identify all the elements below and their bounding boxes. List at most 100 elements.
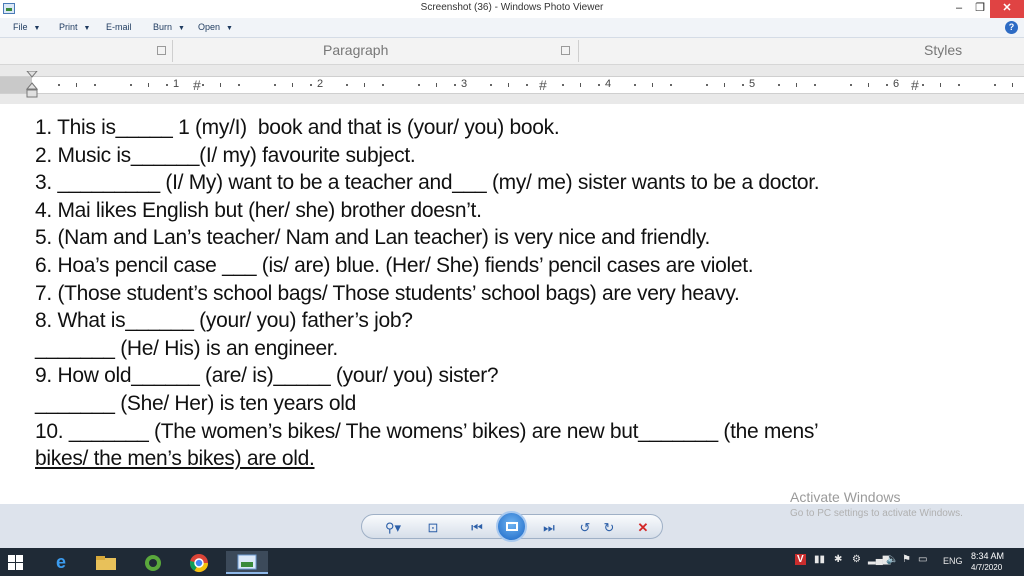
ribbon-styles-label: Styles bbox=[924, 42, 963, 58]
ruler-number: 2 bbox=[317, 78, 324, 90]
ruler-tick bbox=[580, 83, 581, 87]
ruler-tick bbox=[778, 84, 780, 86]
tray-flag-icon[interactable]: ⚑ bbox=[902, 554, 911, 565]
ribbon-paragraph-label: Paragraph bbox=[323, 42, 389, 58]
activate-windows-subtitle: Go to PC settings to activate Windows. bbox=[790, 508, 963, 519]
language-indicator[interactable]: ENG bbox=[943, 556, 963, 566]
menu-file[interactable]: File ▼ bbox=[13, 22, 40, 32]
close-button[interactable]: ✕ bbox=[990, 0, 1024, 18]
exercise-line: 8. What is______ (your/ you) father’s jo… bbox=[35, 309, 413, 332]
taskbar: e V ▮▮ ✱ ⚙ ▂▄▆ 🔈 ⚑ ▭ ENG bbox=[0, 548, 1024, 576]
slideshow-button[interactable] bbox=[496, 511, 527, 542]
minimize-button[interactable]: – bbox=[948, 0, 970, 18]
ruler-tick bbox=[850, 84, 852, 86]
ruler-tick bbox=[706, 84, 708, 86]
rotate-counterclockwise-icon[interactable]: ↺ bbox=[576, 515, 594, 540]
help-icon[interactable]: ? bbox=[1005, 21, 1018, 34]
previous-icon[interactable]: ⏮ bbox=[462, 515, 492, 540]
exercise-line: 10. _______ (The women’s bikes/ The wome… bbox=[35, 420, 819, 443]
tray-bluetooth-icon[interactable]: ✱ bbox=[834, 554, 842, 565]
tray-app-icon[interactable]: V bbox=[795, 554, 806, 565]
menu-burn[interactable]: Burn ▼ bbox=[153, 22, 185, 32]
exercise-line: 7. (Those student’s school bags/ Those s… bbox=[35, 282, 740, 305]
title-bar: Screenshot (36) - Windows Photo Viewer –… bbox=[0, 0, 1024, 18]
ruler-tick bbox=[526, 84, 528, 86]
maximize-button[interactable]: ❐ bbox=[970, 0, 990, 18]
rotate-clockwise-icon[interactable]: ↻ bbox=[600, 515, 618, 540]
ruler-tick bbox=[886, 84, 888, 86]
ruler-number: 4 bbox=[605, 78, 612, 90]
menu-burn-label: Burn bbox=[153, 22, 173, 32]
ruler-tick bbox=[166, 84, 168, 86]
photo-viewer-window: Screenshot (36) - Windows Photo Viewer –… bbox=[0, 0, 1024, 576]
zoom-icon[interactable]: ⚲▾ bbox=[380, 515, 406, 540]
ruler-tick bbox=[436, 83, 437, 87]
ruler-tick bbox=[292, 83, 293, 87]
document-page: 1. This is_____ 1 (my/I) book and that i… bbox=[0, 104, 1024, 504]
exercise-line: 1. This is_____ 1 (my/I) book and that i… bbox=[35, 116, 560, 139]
chrome-icon[interactable] bbox=[183, 551, 215, 574]
app-green-icon[interactable] bbox=[137, 551, 169, 574]
dialog-launcher-icon bbox=[157, 46, 166, 55]
file-explorer-icon[interactable] bbox=[90, 551, 122, 574]
tab-stop-icon: # bbox=[539, 77, 547, 93]
ruler-tick bbox=[922, 84, 924, 86]
dialog-launcher-icon bbox=[561, 46, 570, 55]
internet-explorer-icon[interactable]: e bbox=[45, 551, 77, 574]
window-title: Screenshot (36) - Windows Photo Viewer bbox=[420, 2, 604, 13]
ruler-tick bbox=[454, 84, 456, 86]
ruler-tick bbox=[94, 84, 96, 86]
tray-power-icon[interactable]: ▭ bbox=[918, 554, 927, 565]
delete-icon[interactable]: ✕ bbox=[634, 515, 652, 540]
activate-windows-title: Activate Windows bbox=[790, 489, 901, 505]
clock-time[interactable]: 8:34 AM bbox=[971, 551, 1004, 561]
ruler-tick bbox=[364, 83, 365, 87]
ruler-tick bbox=[382, 84, 384, 86]
menu-bar: File ▼ Print ▼ E-mail Burn ▼ Open ▼ ? bbox=[0, 18, 1024, 38]
ribbon-divider bbox=[578, 40, 579, 62]
ruler-tick bbox=[724, 83, 725, 87]
ruler-number: 1 bbox=[173, 78, 180, 90]
tray-network-icon[interactable]: ▮▮ bbox=[814, 554, 825, 565]
ruler-tick bbox=[148, 83, 149, 87]
menu-email[interactable]: E-mail bbox=[106, 22, 132, 32]
ruler-tick bbox=[814, 84, 816, 86]
menu-file-label: File bbox=[13, 22, 28, 32]
exercise-line: 2. Music is______(I/ my) favourite subje… bbox=[35, 144, 416, 167]
exercise-line: 6. Hoa’s pencil case ___ (is/ are) blue.… bbox=[35, 254, 754, 277]
ruler-tick bbox=[652, 83, 653, 87]
tray-usb-icon[interactable]: ⚙ bbox=[852, 554, 861, 565]
start-button[interactable] bbox=[8, 555, 24, 570]
ruler-tick bbox=[508, 83, 509, 87]
ruler-tick bbox=[940, 83, 941, 87]
ruler-tick bbox=[562, 84, 564, 86]
ribbon-divider bbox=[172, 40, 173, 62]
ruler-number: 3 bbox=[461, 78, 468, 90]
windows-logo-icon bbox=[8, 563, 15, 570]
ribbon-group-strip: Paragraph Styles bbox=[0, 38, 1024, 65]
next-icon[interactable]: ⏭ bbox=[534, 515, 564, 540]
menu-open[interactable]: Open ▼ bbox=[198, 22, 233, 32]
ruler-tick bbox=[670, 84, 672, 86]
exercise-line: 9. How old______ (are/ is)_____ (your/ y… bbox=[35, 364, 499, 387]
menu-open-label: Open bbox=[198, 22, 221, 32]
tab-stop-icon: # bbox=[193, 77, 201, 93]
menu-print[interactable]: Print ▼ bbox=[59, 22, 90, 32]
actual-size-icon[interactable]: ⊡ bbox=[422, 515, 444, 540]
slideshow-icon bbox=[506, 522, 518, 531]
windows-logo-icon bbox=[16, 563, 23, 570]
windows-logo-icon bbox=[16, 555, 23, 562]
photo-viewer-taskbar-icon[interactable] bbox=[226, 551, 268, 574]
ruler-tick bbox=[220, 83, 221, 87]
ruler-tick bbox=[958, 84, 960, 86]
exercise-line: 5. (Nam and Lan’s teacher/ Nam and Lan t… bbox=[35, 226, 711, 249]
ruler-tick bbox=[202, 84, 204, 86]
exercise-line: 3. _________ (I/ My) want to be a teache… bbox=[35, 171, 820, 194]
clock-date[interactable]: 4/7/2020 bbox=[971, 563, 1002, 572]
menu-print-label: Print bbox=[59, 22, 78, 32]
ruler-tick bbox=[310, 84, 312, 86]
ruler-number: 6 bbox=[893, 78, 900, 90]
chevron-down-icon: ▼ bbox=[83, 25, 91, 32]
tray-volume-icon[interactable]: 🔈 bbox=[886, 554, 898, 565]
exercise-line: bikes/ the men’s bikes) are old. bbox=[35, 447, 315, 470]
